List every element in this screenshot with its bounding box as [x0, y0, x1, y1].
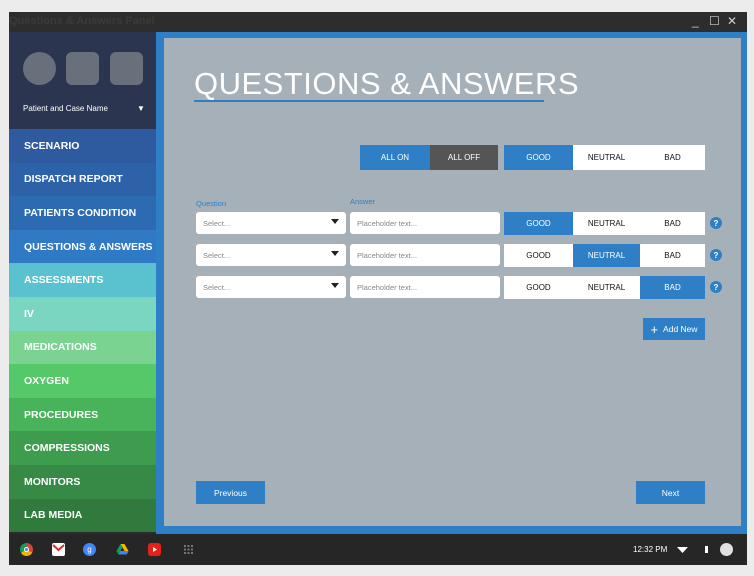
caret-down-icon	[331, 283, 339, 288]
sidebar-item-label: OXYGEN	[24, 374, 69, 387]
window-title: Questions & Answers Panel	[9, 15, 155, 27]
add-new-label: Add New	[663, 324, 698, 334]
gmail-icon[interactable]	[52, 543, 65, 556]
caret-down-icon	[331, 251, 339, 256]
taskbar: g 12:32 PM	[9, 534, 747, 565]
placeholder-square	[66, 52, 99, 85]
question-label: Question	[196, 199, 227, 208]
rating-good-button[interactable]: GOOD	[504, 244, 573, 267]
sidebar-item-label: ASSESSMENTS	[24, 274, 104, 287]
all-good-button[interactable]: GOOD	[504, 145, 573, 170]
question-select[interactable]: Select...	[196, 276, 346, 298]
help-icon[interactable]: ?	[710, 281, 722, 293]
sidebar-item-label: MONITORS	[24, 475, 81, 488]
sidebar-item-patients-condition[interactable]: PATIENTS CONDITION	[9, 196, 156, 230]
main-panel: QUESTIONS & ANSWERS ALL ON ALL OFF GOOD …	[156, 32, 747, 534]
placeholder-square	[110, 52, 143, 85]
sidebar-nav: SCENARIO DISPATCH REPORT PATIENTS CONDITIO…	[9, 129, 156, 533]
chrome-icon[interactable]	[20, 543, 33, 556]
avatar	[23, 52, 56, 85]
wifi-icon[interactable]	[676, 543, 689, 556]
title-underline	[194, 100, 544, 102]
rating-good-button[interactable]: GOOD	[504, 212, 573, 235]
google-plus-icon[interactable]: g	[83, 543, 96, 556]
all-off-button[interactable]: ALL OFF	[430, 145, 498, 170]
sidebar-item-label: COMPRESSIONS	[24, 442, 110, 455]
sidebar-item-label: LAB MEDIA	[24, 509, 83, 522]
next-button[interactable]: Next	[636, 481, 705, 504]
previous-button[interactable]: Previous	[196, 481, 265, 504]
screen: Questions & Answers Panel _ ☐ ✕ Patient …	[9, 12, 747, 565]
rating-neutral-button[interactable]: NEUTRAL	[573, 276, 640, 299]
sidebar-item-medications[interactable]: MEDICATIONS	[9, 330, 156, 365]
answer-input[interactable]: Placeholder text...	[350, 212, 500, 234]
answer-input[interactable]: Placeholder text...	[350, 276, 500, 298]
minimize-icon[interactable]: _	[692, 14, 699, 28]
answer-label: Answer	[350, 197, 376, 206]
patient-case-label[interactable]: Patient and Case Name	[23, 104, 108, 113]
sidebar-item-procedures[interactable]: PROCEDURES	[9, 397, 156, 432]
all-neutral-button[interactable]: NEUTRAL	[573, 145, 640, 170]
question-select-value: Select...	[203, 218, 231, 228]
sidebar-item-label: PROCEDURES	[24, 408, 99, 421]
sidebar-item-monitors[interactable]: MONITORS	[9, 464, 156, 499]
sidebar-item-dispatch-report[interactable]: DISPATCH REPORT	[9, 162, 156, 197]
question-select-value: Select...	[203, 250, 231, 260]
sidebar-item-label: QUESTIONS & ANSWERS	[24, 240, 153, 253]
sidebar-item-label: IV	[24, 307, 34, 320]
all-bad-button[interactable]: BAD	[640, 145, 705, 170]
help-icon[interactable]: ?	[710, 249, 722, 261]
plus-icon: +	[650, 321, 659, 337]
sidebar-item-label: MEDICATIONS	[24, 341, 97, 354]
caret-down-icon	[331, 219, 339, 224]
rating-bad-button[interactable]: BAD	[640, 276, 705, 299]
sidebar-item-assessments[interactable]: ASSESSMENTS	[9, 263, 156, 297]
apps-grid-icon[interactable]	[182, 543, 195, 556]
account-avatar[interactable]	[720, 543, 733, 556]
sidebar-item-oxygen[interactable]: OXYGEN	[9, 364, 156, 398]
question-select[interactable]: Select...	[196, 244, 346, 266]
rating-good-button[interactable]: GOOD	[504, 276, 573, 299]
page-title: QUESTIONS & ANSWERS	[194, 66, 580, 101]
all-on-button[interactable]: ALL ON	[360, 145, 430, 170]
sidebar-header: Patient and Case Name ▼	[9, 32, 156, 129]
question-select[interactable]: Select...	[196, 212, 346, 234]
close-icon[interactable]: ✕	[727, 14, 737, 28]
question-select-value: Select...	[203, 282, 231, 292]
clock: 12:32 PM	[633, 545, 668, 554]
sidebar-item-label: SCENARIO	[24, 139, 80, 152]
chevron-down-icon[interactable]: ▼	[137, 104, 145, 113]
sidebar-item-lab-media[interactable]: LAB MEDIA	[9, 498, 156, 533]
youtube-icon[interactable]	[148, 543, 161, 556]
maximize-icon[interactable]: ☐	[709, 14, 720, 28]
rating-bad-button[interactable]: BAD	[640, 244, 705, 267]
help-icon[interactable]: ?	[710, 217, 722, 229]
title-bar: Questions & Answers Panel _ ☐ ✕	[9, 12, 747, 32]
drive-icon[interactable]	[116, 543, 129, 556]
add-new-button[interactable]: + Add New	[643, 318, 705, 340]
sidebar-item-questions-answers[interactable]: QUESTIONS & ANSWERS	[9, 229, 156, 264]
rating-neutral-button[interactable]: NEUTRAL	[573, 212, 640, 235]
sidebar-item-iv[interactable]: IV	[9, 296, 156, 331]
rating-neutral-button[interactable]: NEUTRAL	[573, 244, 640, 267]
sidebar-item-compressions[interactable]: COMPRESSIONS	[9, 431, 156, 465]
content-area: QUESTIONS & ANSWERS ALL ON ALL OFF GOOD …	[164, 38, 741, 526]
sidebar-item-label: PATIENTS CONDITION	[24, 206, 137, 219]
sidebar-item-label: DISPATCH REPORT	[24, 173, 123, 186]
rating-bad-button[interactable]: BAD	[640, 212, 705, 235]
sidebar: Patient and Case Name ▼ SCENARIO DISPATCH…	[9, 32, 156, 534]
battery-icon[interactable]	[700, 543, 713, 556]
sidebar-item-scenario[interactable]: SCENARIO	[9, 129, 156, 163]
answer-input[interactable]: Placeholder text...	[350, 244, 500, 266]
